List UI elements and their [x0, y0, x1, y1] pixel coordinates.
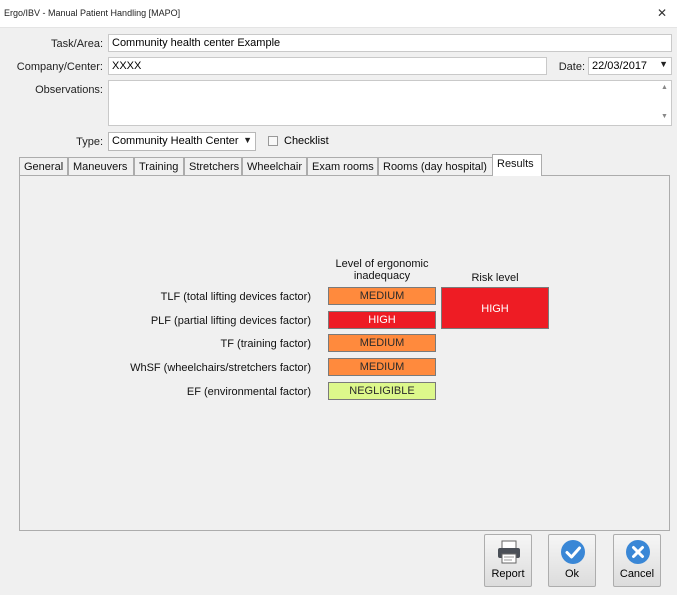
risk-level-cell: HIGH: [441, 287, 549, 329]
chevron-down-icon[interactable]: ▼: [243, 135, 252, 145]
tab-results[interactable]: Results: [492, 154, 542, 176]
close-icon: [626, 540, 650, 564]
level-cell-tf: MEDIUM: [328, 334, 436, 352]
cancel-button[interactable]: Cancel: [613, 534, 661, 587]
checklist-label: Checklist: [284, 135, 329, 147]
level-cell-ef: NEGLIGIBLE: [328, 382, 436, 400]
level-cell-whsf: MEDIUM: [328, 358, 436, 376]
tab-training[interactable]: Training: [134, 157, 184, 176]
type-select[interactable]: Community Health Center ▼: [108, 132, 256, 151]
close-icon[interactable]: ✕: [657, 6, 667, 20]
row-label-tf: TF (training factor): [220, 338, 311, 350]
level-header: Level of ergonomic inadequacy: [335, 258, 429, 282]
tab-general[interactable]: General: [19, 157, 68, 176]
cancel-label: Cancel: [619, 568, 655, 580]
date-label: Date:: [558, 61, 585, 73]
task-input[interactable]: Community health center Example: [108, 34, 672, 52]
observations-textarea[interactable]: [108, 80, 672, 126]
row-label-tlf: TLF (total lifting devices factor): [160, 291, 311, 303]
row-label-ef: EF (environmental factor): [186, 386, 311, 398]
level-cell-plf: HIGH: [328, 311, 436, 329]
observations-label: Observations:: [35, 84, 103, 96]
date-picker[interactable]: 22/03/2017 ▼: [588, 57, 672, 75]
window-title: Ergo/IBV - Manual Patient Handling [MAPO…: [4, 8, 181, 18]
date-value: 22/03/2017: [592, 60, 648, 72]
report-button[interactable]: Report: [484, 534, 532, 587]
results-panel: Level of ergonomic inadequacy Risk level…: [19, 175, 670, 531]
tab-maneuvers[interactable]: Maneuvers: [68, 157, 134, 176]
title-bar: Ergo/IBV - Manual Patient Handling [MAPO…: [0, 0, 677, 28]
company-label: Company/Center:: [16, 61, 103, 73]
row-label-plf: PLF (partial lifting devices factor): [150, 315, 311, 327]
tab-rooms-day-hospital[interactable]: Rooms (day hospital): [378, 157, 493, 176]
checklist-checkbox[interactable]: [268, 136, 278, 146]
chevron-down-icon[interactable]: ▼: [659, 59, 668, 69]
scroll-down-icon[interactable]: ▼: [661, 113, 668, 120]
tab-stretchers[interactable]: Stretchers: [184, 157, 242, 176]
printer-icon: [498, 540, 520, 564]
tab-exam-rooms[interactable]: Exam rooms: [307, 157, 378, 176]
scroll-up-icon[interactable]: ▲: [661, 84, 668, 91]
level-cell-tlf: MEDIUM: [328, 287, 436, 305]
checkmark-icon: [561, 540, 585, 564]
row-label-whsf: WhSF (wheelchairs/stretchers factor): [130, 362, 311, 374]
ok-label: Ok: [564, 568, 580, 580]
company-input[interactable]: XXXX: [108, 57, 547, 75]
type-value: Community Health Center: [112, 135, 239, 147]
risk-header: Risk level: [471, 272, 519, 284]
report-label: Report: [491, 568, 525, 580]
tab-wheelchair[interactable]: Wheelchair: [242, 157, 307, 176]
ok-button[interactable]: Ok: [548, 534, 596, 587]
task-label: Task/Area:: [51, 38, 103, 50]
type-label: Type:: [76, 136, 103, 148]
